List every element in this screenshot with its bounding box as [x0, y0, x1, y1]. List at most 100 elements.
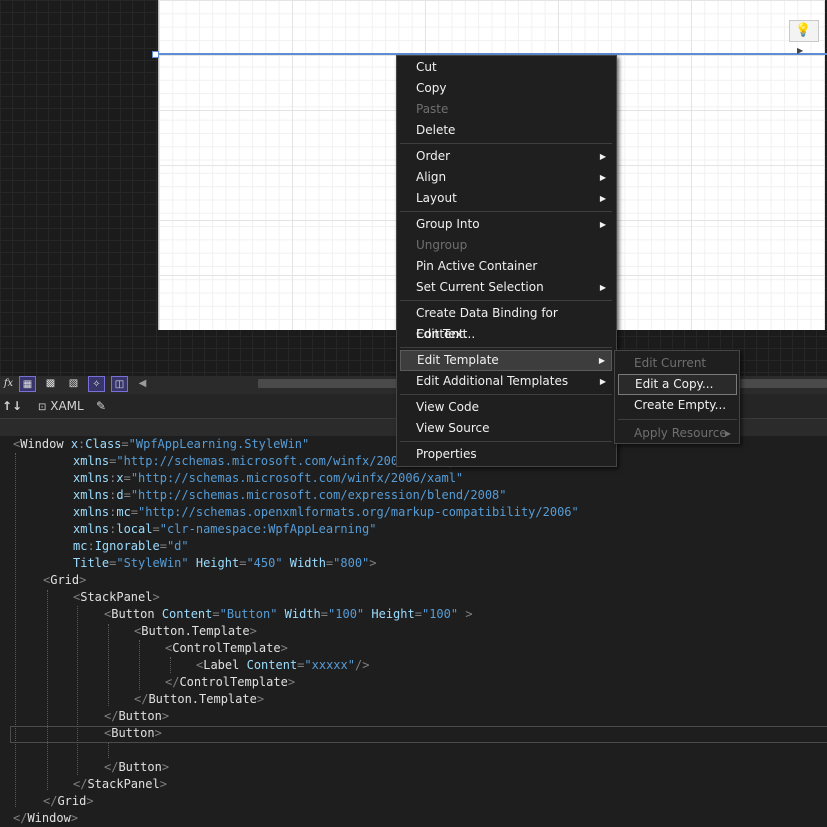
- scroll-left-icon[interactable]: ◀: [134, 376, 151, 392]
- code-line[interactable]: <ControlTemplate>: [165, 640, 288, 657]
- code-line[interactable]: xmlns:local="clr-namespace:WpfAppLearnin…: [73, 521, 376, 538]
- code-token: Height: [195, 556, 240, 570]
- code-token: "http://schemas.microsoft.com/winfx/2006…: [130, 471, 464, 485]
- code-line[interactable]: </Button.Template>: [134, 691, 264, 708]
- menu-item-align[interactable]: Align ▶: [400, 167, 612, 188]
- code-token: Ignorable: [94, 539, 160, 553]
- code-line[interactable]: <Grid>: [43, 572, 86, 589]
- code-token: StackPanel: [80, 590, 153, 604]
- selection-handle-left[interactable]: [152, 51, 159, 58]
- fx-button[interactable]: fx: [0, 376, 17, 392]
- menu-item-layout[interactable]: Layout ▶: [400, 188, 612, 209]
- menu-item-label: View Source: [416, 421, 490, 435]
- menu-item-edit-template[interactable]: Edit Template ▶: [400, 350, 612, 371]
- code-token: Content: [246, 658, 298, 672]
- code-token: Window: [20, 437, 71, 451]
- code-token: ControlTemplate: [179, 675, 288, 689]
- code-token: Window: [27, 811, 71, 825]
- menu-item-label: Order: [416, 149, 451, 163]
- quick-actions-button[interactable]: 💡▶: [789, 20, 819, 55]
- menu-item-label: Edit Additional Templates: [416, 374, 569, 388]
- code-token: >: [86, 794, 94, 808]
- code-token: Grid: [57, 794, 87, 808]
- menu-item-view-source[interactable]: View Source: [400, 418, 612, 439]
- code-token: </: [104, 760, 119, 774]
- code-line[interactable]: </Button>: [104, 759, 169, 776]
- code-line[interactable]: <Label Content="xxxxx"/>: [196, 657, 369, 674]
- menu-item-cut[interactable]: Cut: [400, 57, 612, 78]
- code-token: d: [116, 488, 124, 502]
- code-line[interactable]: <StackPanel>: [73, 589, 160, 606]
- code-token: "xxxxx": [304, 658, 355, 672]
- code-line[interactable]: <Button>: [104, 725, 162, 742]
- code-token: "StyleWin": [116, 556, 196, 570]
- code-line[interactable]: </Window>: [13, 810, 78, 827]
- code-token: x: [116, 471, 124, 485]
- menu-item-label: Paste: [416, 102, 449, 116]
- menu-item-pin-active-container[interactable]: Pin Active Container: [400, 256, 612, 277]
- submenu-item-create-empty[interactable]: Create Empty...: [618, 395, 737, 416]
- code-token: Content: [161, 607, 213, 621]
- code-token: xmlns: [73, 522, 110, 536]
- submenu-arrow-icon: ▶: [599, 220, 606, 229]
- code-token: Width: [284, 607, 321, 621]
- code-token: =: [414, 607, 422, 621]
- code-token: =: [159, 539, 167, 553]
- code-token: >: [159, 777, 167, 791]
- menu-item-edit-additional-templates[interactable]: Edit Additional Templates ▶: [400, 371, 612, 392]
- code-line[interactable]: </ControlTemplate>: [165, 674, 295, 691]
- snap-grid-icon[interactable]: ▩: [42, 376, 59, 392]
- submenu-item-label: Apply Resource: [634, 426, 727, 440]
- code-line[interactable]: xmlns:d="http://schemas.microsoft.com/ex…: [73, 487, 507, 504]
- menu-separator: [400, 441, 612, 442]
- code-token: Grid: [50, 573, 80, 587]
- indent-guide: [139, 640, 140, 690]
- code-token: "100": [328, 607, 372, 621]
- swap-panes-button[interactable]: ↑↓: [2, 399, 22, 413]
- code-line[interactable]: <Button.Template>: [134, 623, 257, 640]
- code-token: Button: [111, 607, 162, 621]
- menu-item-group-into[interactable]: Group Into ▶: [400, 214, 612, 235]
- menu-item-ungroup: Ungroup: [400, 235, 612, 256]
- code-token: >: [256, 692, 265, 706]
- menu-item-order[interactable]: Order ▶: [400, 146, 612, 167]
- menu-separator: [400, 300, 612, 301]
- code-token: "d": [166, 539, 189, 553]
- code-line[interactable]: mc:Ignorable="d": [73, 538, 189, 555]
- code-token: =: [152, 522, 160, 536]
- code-line[interactable]: xmlns:mc="http://schemas.openxmlformats.…: [73, 504, 579, 521]
- submenu-arrow-icon: ▶: [599, 173, 606, 182]
- menu-item-properties[interactable]: Properties: [400, 444, 612, 465]
- code-line[interactable]: <Button Content="Button" Width="100" Hei…: [104, 606, 473, 623]
- code-line[interactable]: <Window x:Class="WpfAppLearning.StyleWin…: [13, 436, 309, 453]
- code-token: </: [165, 675, 180, 689]
- tab-xaml[interactable]: ⊡ XAML: [38, 399, 84, 413]
- submenu-item-edit-a-copy[interactable]: Edit a Copy...: [618, 374, 737, 395]
- project-code-icon[interactable]: ◫: [111, 376, 128, 392]
- snap-lines-icon[interactable]: ✧: [88, 376, 105, 392]
- code-line[interactable]: </StackPanel>: [73, 776, 167, 793]
- menu-item-set-current-selection[interactable]: Set Current Selection ▶: [400, 277, 612, 298]
- code-line[interactable]: Title="StyleWin" Height="450" Width="800…: [73, 555, 377, 572]
- code-token: x: [70, 437, 79, 451]
- menu-item-label: Set Current Selection: [416, 280, 544, 294]
- code-line[interactable]: </Button>: [104, 708, 169, 725]
- menu-item-paste: Paste: [400, 99, 612, 120]
- popout-xaml-icon[interactable]: ✎: [96, 399, 106, 413]
- code-token: "800": [333, 556, 370, 570]
- grid-toggle-icon[interactable]: ▦: [19, 376, 36, 392]
- menu-item-copy[interactable]: Copy: [400, 78, 612, 99]
- menu-item-edit-text[interactable]: Edit Text: [400, 324, 612, 345]
- artboard-background-icon[interactable]: ▧: [65, 376, 82, 392]
- code-token: >: [79, 573, 87, 587]
- menu-item-delete[interactable]: Delete: [400, 120, 612, 141]
- code-token: Button.Template: [148, 692, 257, 706]
- menu-item-view-code[interactable]: View Code: [400, 397, 612, 418]
- code-token: >: [161, 709, 170, 723]
- menu-item-create-data-binding-for-content[interactable]: Create Data Binding for Content...: [400, 303, 612, 341]
- code-line[interactable]: </Grid>: [43, 793, 94, 810]
- caret-right-icon: ▶: [797, 46, 804, 55]
- code-line[interactable]: xmlns:x="http://schemas.microsoft.com/wi…: [73, 470, 463, 487]
- code-token: >: [152, 590, 160, 604]
- submenu-arrow-icon: ▶: [599, 194, 606, 203]
